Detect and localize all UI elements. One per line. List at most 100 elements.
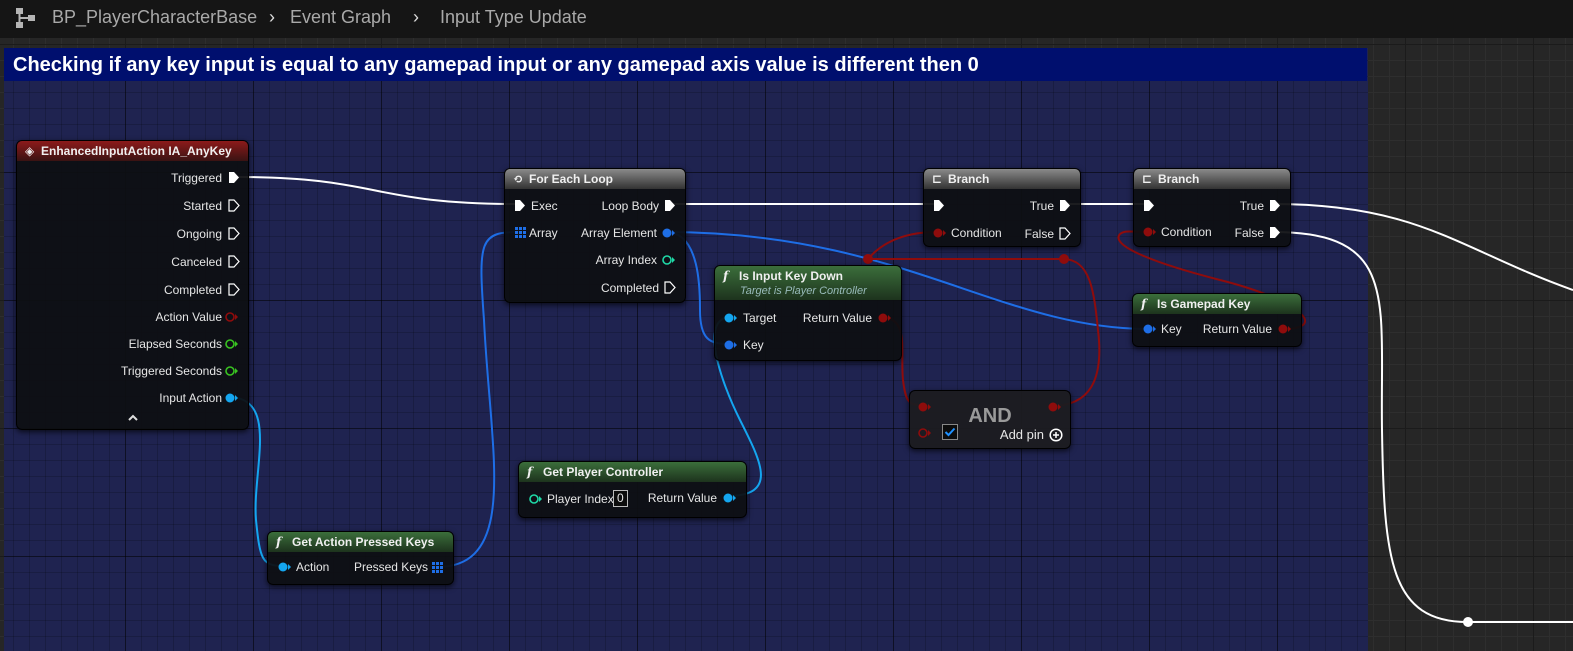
exec-pin-icon[interactable] [228, 199, 240, 212]
exec-pin-filled-icon[interactable] [228, 171, 240, 184]
plus-circle-icon[interactable] [1049, 428, 1063, 442]
object-pin-icon[interactable] [723, 492, 737, 504]
is-gamepad-key-node[interactable]: f Is Gamepad Key Key Return Value [1132, 293, 1302, 347]
pin-label-array: Array [529, 226, 558, 240]
function-icon: f [1141, 297, 1147, 311]
pin-label-key: Key [1161, 322, 1182, 336]
node-header[interactable]: f Is Gamepad Key [1133, 294, 1301, 314]
pin-label-key: Key [743, 338, 764, 352]
exec-wire [235, 176, 518, 205]
float-pin-icon[interactable] [225, 365, 239, 377]
function-icon: f [723, 269, 729, 283]
bool-pin-icon[interactable] [918, 427, 932, 439]
breadcrumb-collapsed-graph[interactable]: Input Type Update [440, 7, 587, 28]
node-subtitle: Target is Player Controller [740, 285, 867, 297]
bool-pin-icon[interactable] [1278, 323, 1292, 335]
node-header[interactable]: f Get Action Pressed Keys [268, 532, 453, 552]
node-title: Branch [1158, 172, 1200, 186]
exec-pin-filled-icon[interactable] [933, 199, 945, 212]
exec-wire [1272, 203, 1573, 291]
node-title: EnhancedInputAction IA_AnyKey [41, 144, 232, 158]
bool-pin-icon[interactable] [225, 311, 239, 323]
exec-pin-filled-icon[interactable] [514, 199, 526, 212]
bool-wire [1050, 258, 1101, 407]
branch-icon: ⊏ [932, 172, 943, 186]
node-title: Is Gamepad Key [1157, 297, 1251, 311]
pin-label-triggered: Triggered [171, 171, 222, 185]
exec-pin-icon[interactable] [228, 283, 240, 296]
node-title: AND [968, 405, 1012, 427]
node-header[interactable]: ◈ EnhancedInputAction IA_AnyKey [17, 141, 248, 161]
bool-pin-icon[interactable] [918, 401, 932, 413]
breadcrumb-blueprint[interactable]: BP_PlayerCharacterBase [52, 7, 257, 28]
exec-pin-icon[interactable] [228, 255, 240, 268]
int-pin-icon[interactable] [662, 254, 676, 266]
add-pin-button[interactable]: Add pin [1000, 427, 1044, 442]
node-title: Is Input Key Down [739, 269, 844, 283]
pin-label-pressed-keys: Pressed Keys [353, 560, 428, 574]
exec-pin-filled-icon[interactable] [1143, 199, 1155, 212]
chevron-up-icon[interactable] [127, 413, 139, 423]
pin-label-true: True [1239, 199, 1264, 213]
breadcrumb-event-graph[interactable]: Event Graph [290, 7, 391, 28]
and-boolean-node[interactable]: AND Add pin [909, 390, 1071, 449]
reroute-knot [1463, 617, 1473, 627]
pin-label-array-index: Array Index [595, 253, 657, 267]
pin-label-return-value: Return Value [802, 311, 872, 325]
pin-label-completed: Completed [163, 283, 222, 297]
branch-node[interactable]: ⊏ Branch Condition True False [923, 168, 1081, 247]
pin-label-array-element: Array Element [580, 226, 657, 240]
exec-pin-filled-icon[interactable] [1269, 199, 1281, 212]
breadcrumb-separator-icon: › [413, 7, 419, 27]
bool-pin-icon[interactable] [878, 312, 892, 324]
node-header[interactable]: ⊏ Branch [924, 169, 1080, 189]
exec-pin-filled-icon[interactable] [1059, 199, 1071, 212]
node-header[interactable]: f Get Player Controller [519, 462, 746, 482]
bool-pin-icon[interactable] [1143, 226, 1157, 238]
breadcrumb-separator-icon: › [269, 7, 275, 27]
array-pin-icon[interactable] [515, 227, 526, 238]
get-player-controller-node[interactable]: f Get Player Controller Player Index 0 Re… [518, 461, 747, 518]
bool-pin-icon[interactable] [1048, 401, 1062, 413]
exec-pin-icon[interactable] [664, 281, 676, 294]
struct-pin-icon[interactable] [662, 227, 676, 239]
node-header[interactable]: ⟲ For Each Loop [505, 169, 685, 189]
pin-label-loop-body: Loop Body [601, 199, 659, 213]
get-action-pressed-keys-node[interactable]: f Get Action Pressed Keys Action Pressed … [267, 531, 454, 585]
checkbox-checked-icon[interactable] [942, 424, 958, 440]
pin-label-condition: Condition [1161, 225, 1212, 239]
node-title: Get Action Pressed Keys [292, 535, 435, 549]
object-pin-icon[interactable] [225, 392, 239, 404]
for-each-loop-node[interactable]: ⟲ For Each Loop Exec Array Loop Body Arra… [504, 168, 686, 303]
branch-node[interactable]: ⊏ Branch Condition True False [1133, 168, 1291, 247]
player-index-input[interactable]: 0 [613, 490, 628, 507]
pin-label-player-index: Player Index [547, 492, 614, 506]
exec-wire [1272, 231, 1573, 623]
pin-label-completed: Completed [600, 281, 659, 295]
float-pin-icon[interactable] [225, 338, 239, 350]
pin-label-true: True [1029, 199, 1054, 213]
pin-label-triggered-seconds: Triggered Seconds [121, 364, 222, 378]
pin-label-exec: Exec [531, 199, 558, 213]
exec-pin-filled-icon[interactable] [1269, 226, 1281, 239]
pin-label-canceled: Canceled [171, 255, 222, 269]
blueprint-tree-icon[interactable] [15, 7, 37, 29]
enhanced-input-action-node[interactable]: ◈ EnhancedInputAction IA_AnyKey Triggered… [16, 140, 249, 430]
pin-label-input-action: Input Action [159, 391, 222, 405]
exec-pin-icon[interactable] [1059, 227, 1071, 240]
node-header[interactable]: ⊏ Branch [1134, 169, 1290, 189]
struct-pin-icon[interactable] [1143, 323, 1157, 335]
node-title: Get Player Controller [543, 465, 664, 479]
object-pin-icon[interactable] [278, 561, 292, 573]
object-pin-icon[interactable] [724, 312, 738, 324]
int-pin-icon[interactable] [529, 493, 543, 505]
blueprint-graph-canvas[interactable]: Checking if any key input is equal to an… [0, 38, 1573, 651]
exec-pin-filled-icon[interactable] [664, 199, 676, 212]
exec-pin-icon[interactable] [228, 227, 240, 240]
struct-pin-icon[interactable] [724, 339, 738, 351]
array-pin-icon[interactable] [432, 562, 443, 573]
is-input-key-down-node[interactable]: f Is Input Key Down Target is Player Cont… [714, 265, 902, 361]
bool-pin-icon[interactable] [933, 227, 947, 239]
branch-icon: ⊏ [1142, 172, 1153, 186]
reroute-knot [1059, 254, 1069, 264]
